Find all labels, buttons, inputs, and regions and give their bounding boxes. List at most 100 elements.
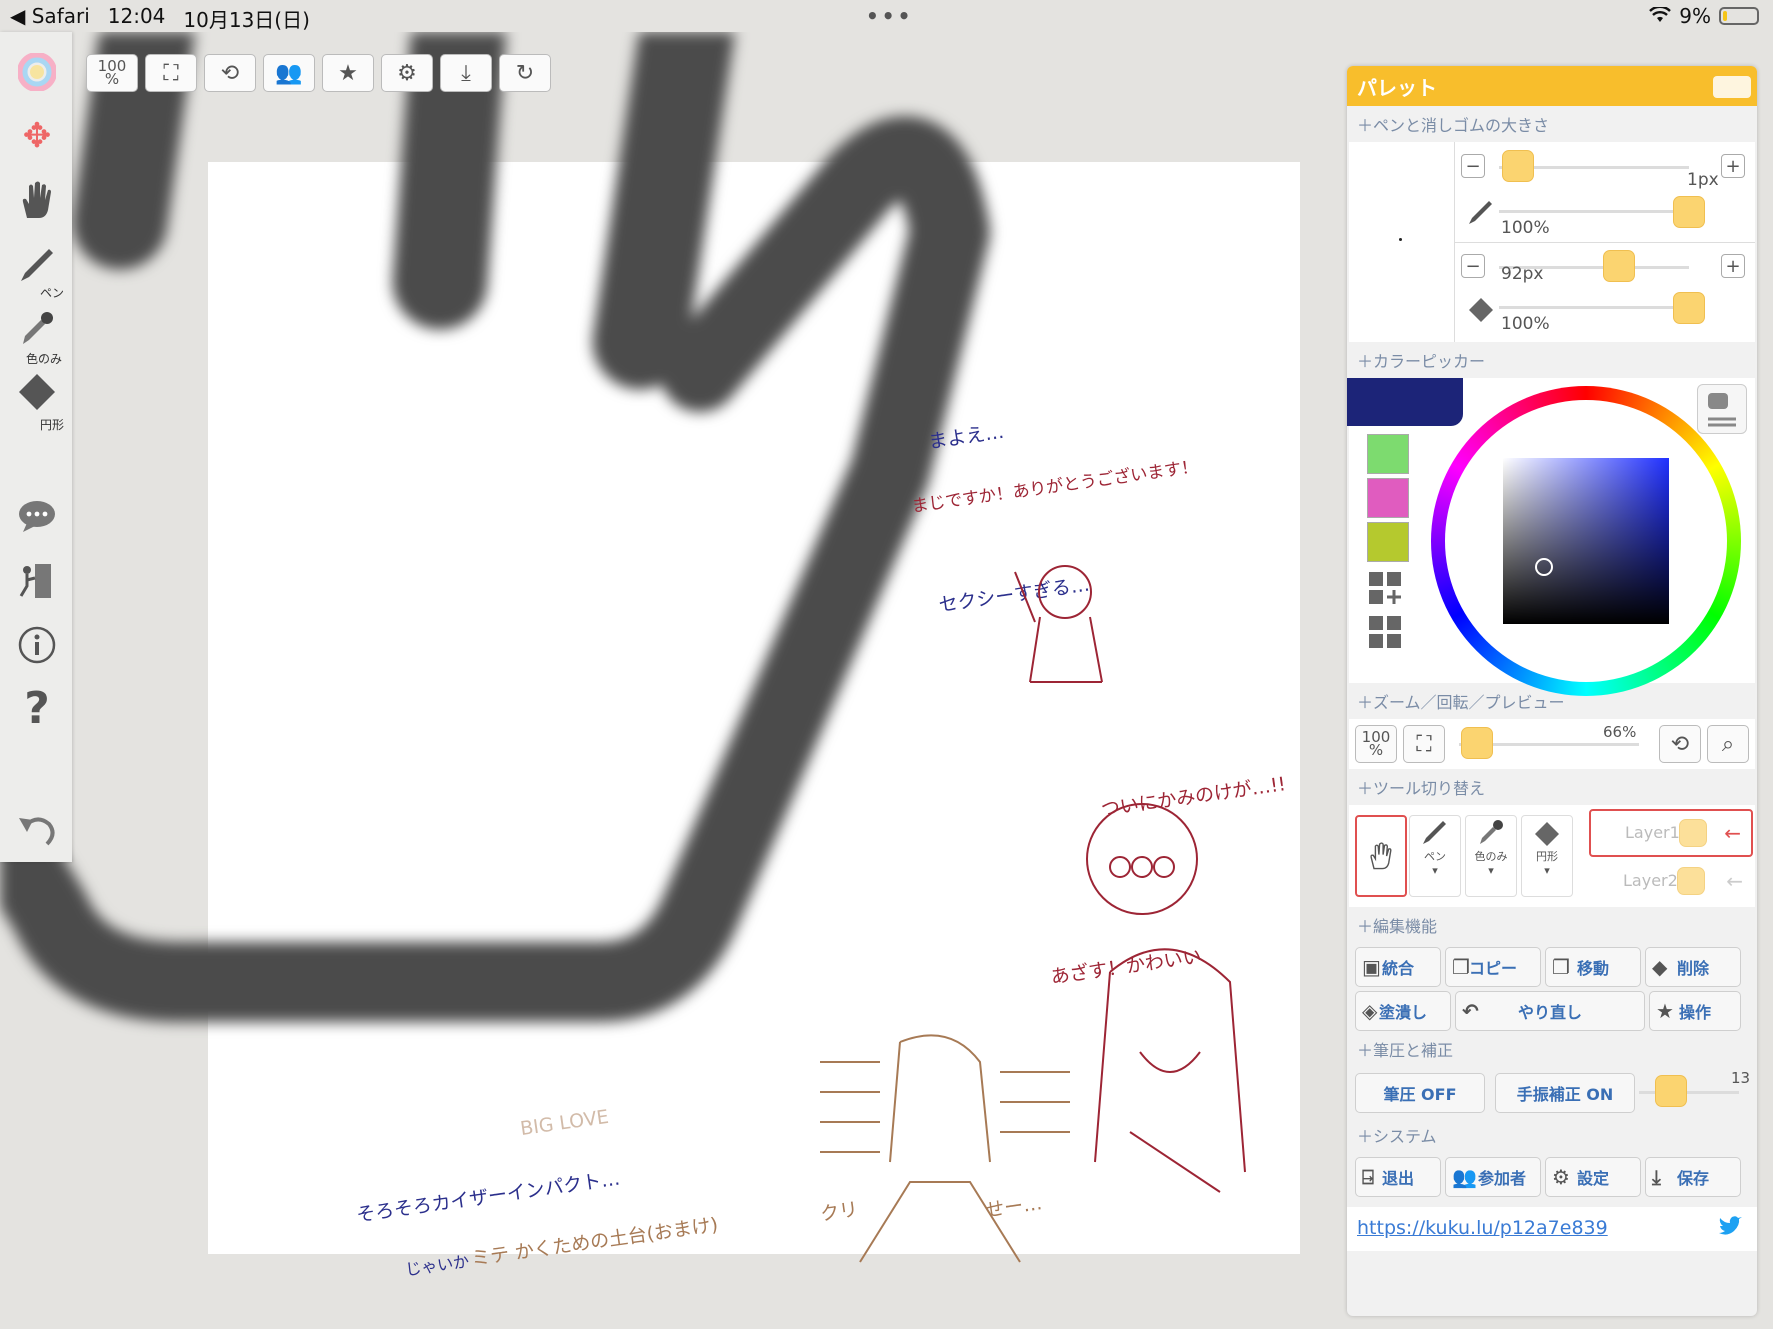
palette-fit-button[interactable]: ⛶: [1403, 725, 1445, 763]
eyedropper-tool-icon[interactable]: [8, 300, 66, 356]
chat-bubble-icon[interactable]: [8, 488, 66, 544]
room-url-link[interactable]: https://kuku.lu/p12a7e839: [1357, 1217, 1608, 1239]
safari-back-link[interactable]: ◀ Safari: [10, 4, 90, 33]
rotate-reset-button[interactable]: ⟲: [204, 54, 256, 92]
hand-tool-card[interactable]: [1355, 815, 1407, 897]
pen-pressure-toggle[interactable]: 筆圧 OFF: [1355, 1073, 1485, 1113]
exit-door-icon[interactable]: [8, 553, 66, 609]
eyedropper-tool-card-label: 色のみ: [1474, 850, 1508, 863]
pen-opacity-track[interactable]: [1499, 210, 1689, 213]
move-arrows-icon[interactable]: ✥: [8, 108, 66, 164]
layer-row-1[interactable]: Layer1 ←: [1589, 809, 1753, 857]
eraser-size-minus-button[interactable]: −: [1461, 254, 1485, 278]
save-button[interactable]: ⤓ 保存: [1645, 1157, 1741, 1197]
star-icon: ★: [338, 60, 358, 86]
eraser-tool-card-label: 円形: [1536, 850, 1558, 863]
section-color-picker[interactable]: ＋カラーピッカー: [1347, 342, 1757, 378]
fit-screen-button[interactable]: ⛶: [145, 54, 197, 92]
eraser-opacity-track[interactable]: [1499, 306, 1689, 309]
layer-row-2[interactable]: Layer2 ←: [1589, 859, 1753, 907]
section-pen-size[interactable]: ＋ペンと消しゴムの大きさ: [1347, 106, 1757, 142]
palette-minimize-button[interactable]: [1713, 76, 1751, 98]
eraser-size-plus-button[interactable]: +: [1721, 254, 1745, 278]
color-picker-box: [1347, 378, 1755, 696]
operate-button[interactable]: ★ 操作: [1649, 991, 1741, 1031]
fill-button[interactable]: ◈ 塗潰し: [1355, 991, 1451, 1031]
copy-button[interactable]: ❐ コピー: [1445, 947, 1541, 987]
help-icon[interactable]: ?: [8, 680, 66, 736]
settings-label: 設定: [1576, 1169, 1609, 1188]
people-icon: 👥: [1452, 1165, 1477, 1189]
color-cursor[interactable]: [1535, 558, 1553, 576]
brush-preview: [1349, 142, 1455, 342]
rotate-icon: ⟲: [1670, 731, 1690, 757]
palette-header[interactable]: パレット: [1347, 66, 1757, 106]
move-button[interactable]: ❐ 移動: [1545, 947, 1641, 987]
pen-size-slider-knob[interactable]: [1502, 150, 1535, 182]
eraser-tool-card[interactable]: 円形 ▾: [1521, 815, 1573, 897]
eraser-tool-icon[interactable]: [8, 362, 66, 418]
zoom-value: 66%: [1603, 723, 1637, 741]
hand-tool-icon[interactable]: [8, 172, 66, 228]
hue-cursor[interactable]: [1471, 608, 1491, 628]
pen-icon: [1423, 821, 1446, 844]
palette-panel: パレット ＋ペンと消しゴムの大きさ − + 1px 100% − + 92px …: [1347, 66, 1757, 1316]
eyedropper-tool-card[interactable]: 色のみ ▾: [1465, 815, 1517, 897]
section-system[interactable]: ＋システム: [1347, 1117, 1757, 1153]
url-bar: https://kuku.lu/p12a7e839: [1347, 1207, 1757, 1251]
refresh-button[interactable]: ↻: [499, 54, 551, 92]
color-swatch-3[interactable]: [1367, 522, 1409, 562]
favorite-button[interactable]: ★: [322, 54, 374, 92]
delete-button[interactable]: ◆ 削除: [1645, 947, 1741, 987]
color-swatch-1[interactable]: [1367, 434, 1409, 474]
settings-button[interactable]: ⚙: [381, 54, 433, 92]
layer-2-opacity-knob[interactable]: [1677, 867, 1705, 895]
layer-1-opacity-knob[interactable]: [1679, 819, 1707, 847]
section-tool-switch[interactable]: ＋ツール切り替え: [1347, 769, 1757, 805]
delete-label: 削除: [1676, 959, 1709, 978]
stabilizer-toggle[interactable]: 手振補正 ON: [1495, 1073, 1635, 1113]
color-wheel[interactable]: [1431, 386, 1741, 696]
undo-icon[interactable]: [8, 802, 66, 858]
palette-zoom-100-button[interactable]: 100 %: [1355, 725, 1397, 763]
pen-size-minus-button[interactable]: −: [1461, 154, 1485, 178]
pressure-box: 筆圧 OFF 手振補正 ON 13: [1349, 1067, 1755, 1117]
palette-rotate-button[interactable]: ⟲: [1659, 725, 1701, 763]
layer-2-name: Layer2: [1623, 871, 1678, 890]
section-edit[interactable]: ＋編集機能: [1347, 907, 1757, 943]
eraser-icon: [1535, 822, 1559, 846]
zoom-100-button[interactable]: 100 %: [86, 54, 138, 92]
stabilizer-track[interactable]: [1639, 1091, 1739, 1094]
color-mode-toggle-icon[interactable]: [1697, 384, 1747, 434]
participants-list-button[interactable]: 👥 参加者: [1445, 1157, 1541, 1197]
pen-size-plus-button[interactable]: +: [1721, 154, 1745, 178]
fit-screen-icon: ⛶: [1416, 731, 1432, 757]
saturation-value-square[interactable]: [1503, 458, 1669, 624]
info-icon[interactable]: [8, 617, 66, 673]
drawing-canvas[interactable]: まよえ… まじですか！ありがとうございます！ セクシーすぎる… ついにかみのけが…: [0, 32, 1340, 1329]
add-swatch-icon[interactable]: [1367, 570, 1407, 610]
zoom-pct-label: %: [104, 70, 120, 88]
multitask-dots[interactable]: •••: [866, 4, 913, 28]
copy-icon: ❐: [1452, 955, 1470, 979]
preview-button[interactable]: ⌕: [1707, 725, 1749, 763]
color-swatch-2[interactable]: [1367, 478, 1409, 518]
pen-icon: [1467, 198, 1495, 230]
merge-button[interactable]: ▣ 統合: [1355, 947, 1441, 987]
download-button[interactable]: ⤓: [440, 54, 492, 92]
eraser-opacity-slider-knob[interactable]: [1673, 292, 1705, 324]
wifi-icon: [1649, 4, 1672, 28]
redo-button[interactable]: ↶ やり直し: [1455, 991, 1645, 1031]
swap-swatch-icon[interactable]: [1367, 614, 1407, 654]
color-wheel-icon[interactable]: [8, 44, 66, 100]
section-pressure[interactable]: ＋筆圧と補正: [1347, 1031, 1757, 1067]
pen-tool-card[interactable]: ペン ▾: [1409, 815, 1461, 897]
participants-button[interactable]: 👥: [263, 54, 315, 92]
settings-panel-button[interactable]: ⚙ 設定: [1545, 1157, 1641, 1197]
twitter-bird-icon[interactable]: [1717, 1215, 1743, 1243]
stabilizer-slider-knob[interactable]: [1655, 1075, 1687, 1107]
pen-opacity-slider-knob[interactable]: [1673, 196, 1705, 228]
zoom-slider-knob[interactable]: [1461, 727, 1493, 759]
exit-button[interactable]: ⍈ 退出: [1355, 1157, 1441, 1197]
eraser-size-slider-knob[interactable]: [1603, 250, 1636, 282]
